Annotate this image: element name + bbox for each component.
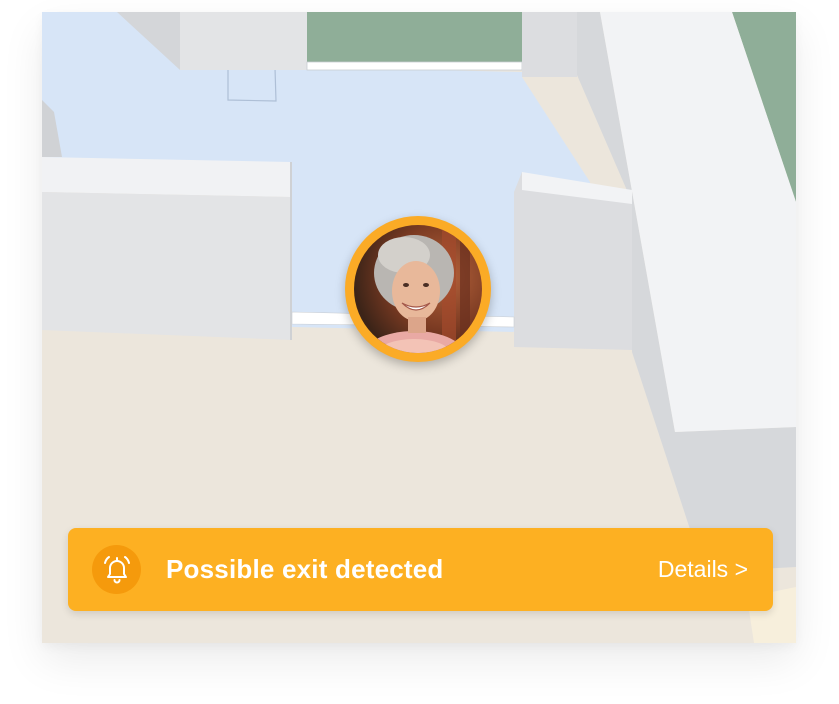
resident-photo — [354, 225, 482, 353]
wall — [522, 12, 577, 77]
details-link[interactable]: Details > — [658, 556, 748, 583]
wall — [42, 192, 292, 340]
resident-avatar[interactable] — [345, 216, 491, 362]
page: Possible exit detected Details > — [0, 0, 839, 704]
bell-icon — [92, 545, 141, 594]
floor-map[interactable]: Possible exit detected Details > — [42, 12, 796, 643]
exit-alert-banner[interactable]: Possible exit detected Details > — [68, 528, 773, 611]
door-threshold — [306, 61, 523, 71]
wall — [180, 12, 307, 70]
wall-top — [42, 157, 290, 197]
alert-message: Possible exit detected — [166, 554, 444, 584]
outdoor-area — [307, 12, 522, 67]
